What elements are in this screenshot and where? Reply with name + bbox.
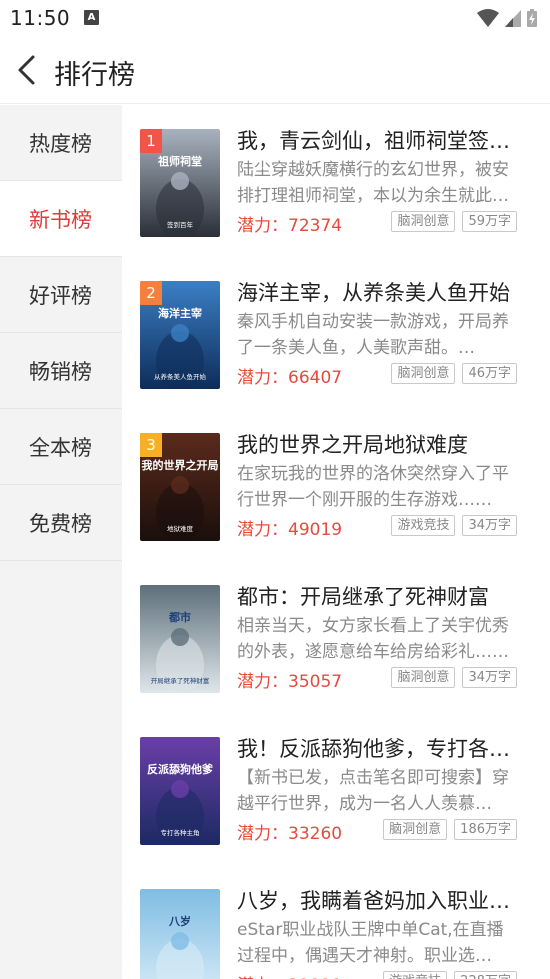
tag-group: 脑洞创意 59万字 xyxy=(391,211,517,232)
status-bar: 11:50 A xyxy=(0,0,550,36)
cover-subtitle: 开局继承了死神财富 xyxy=(151,676,210,685)
ranking-sidebar: 热度榜 新书榜 好评榜 畅销榜 全本榜 免费榜 xyxy=(0,105,122,979)
book-tag: 脑洞创意 xyxy=(391,667,456,688)
potential-score: 潜力：49019 xyxy=(237,515,342,540)
potential-value: 66407 xyxy=(288,368,343,388)
book-description: 在家玩我的世界的洛休突然穿入了平行世界一个刚开服的生存游戏…… xyxy=(237,464,509,510)
book-meta: 潜力：33260 脑洞创意 186万字 xyxy=(237,819,517,844)
book-item[interactable]: 我的世界之开局 地狱难度 3 我的世界之开局地狱难度 在家玩我的世界的洛休突然穿入了平行… xyxy=(122,409,550,561)
book-title[interactable]: 我的世界之开局地狱难度 xyxy=(237,429,519,459)
book-tag: 46万字 xyxy=(462,363,517,384)
book-cover[interactable]: 我的世界之开局地狱难度 3 xyxy=(140,433,220,541)
signal-icon xyxy=(505,10,521,27)
cover-subtitle: 专打各种主角 xyxy=(161,828,200,837)
cover-title: 八岁 xyxy=(168,914,191,928)
potential-score: 潜力：32921 xyxy=(237,971,342,979)
book-title[interactable]: 海洋主宰，从养条美人鱼开始 xyxy=(237,277,519,307)
potential-value: 49019 xyxy=(288,520,343,540)
book-meta: 潜力：66407 脑洞创意 46万字 xyxy=(237,363,517,388)
book-tag: 186万字 xyxy=(454,819,517,840)
header-bar: 排行榜 xyxy=(0,36,550,104)
book-description: 【新书已发，点击笔名即可搜索】穿越平行世界，成为一名人人羡慕的…… xyxy=(237,768,509,814)
book-meta: 潜力：32921 游戏竞技 228万字 xyxy=(237,971,517,979)
book-tag: 34万字 xyxy=(462,515,517,536)
book-description: 相亲当天，女方家长看上了关宇优秀的外表，遂愿意给车给房给彩礼…… xyxy=(237,616,509,662)
book-item[interactable]: 都市 开局继承了死神财富 都市：开局继承了死神财富 相亲当天，女方家长看上了关宇优秀的… xyxy=(122,561,550,713)
cover-title: 都市 xyxy=(168,610,191,624)
potential-label: 潜力： xyxy=(237,368,288,388)
rank-badge: 2 xyxy=(140,281,162,305)
book-item[interactable]: 反派舔狗他爹专打各种主角我！反派舔狗他爹，专打各种主角【新书已发，点击笔名即可搜… xyxy=(122,713,550,865)
sidebar-item-3[interactable]: 畅销榜 xyxy=(0,333,122,409)
book-item[interactable]: 海洋主宰从养条美人鱼开始 2 海洋主宰，从养条美人鱼开始秦风手机自动安装一款游戏，开… xyxy=(122,257,550,409)
potential-value: 33260 xyxy=(288,824,343,844)
tag-group: 脑洞创意 46万字 xyxy=(391,363,517,384)
potential-label: 潜力： xyxy=(237,520,288,540)
cover-subtitle: 从养条美人鱼开始 xyxy=(154,372,207,381)
cover-subtitle: 签到百年 xyxy=(167,220,194,229)
potential-label: 潜力： xyxy=(237,216,288,236)
book-cover[interactable]: 都市开局继承了死神财富 xyxy=(140,585,220,693)
sidebar-item-4[interactable]: 全本榜 xyxy=(0,409,122,485)
status-time: 11:50 xyxy=(10,6,71,30)
potential-label: 潜力： xyxy=(237,672,288,692)
book-tag: 脑洞创意 xyxy=(391,363,456,384)
book-list: 祖师祠堂签到百年 1 我，青云剑仙，祖师祠堂签到百年陆尘穿越妖魔横行的玄幻世界，被安… xyxy=(122,105,550,979)
potential-value: 35057 xyxy=(288,672,343,692)
potential-score: 潜力：33260 xyxy=(237,819,342,844)
book-tag: 游戏竞技 xyxy=(383,971,448,979)
page-title: 排行榜 xyxy=(54,60,135,91)
sidebar-item-0[interactable]: 热度榜 xyxy=(0,105,122,181)
book-tag: 228万字 xyxy=(454,971,517,979)
rank-badge: 1 xyxy=(140,129,162,153)
book-description: 陆尘穿越妖魔横行的玄幻世界，被安排打理祖师祠堂，本以为余生就此平淡…… xyxy=(237,160,509,206)
tag-group: 游戏竞技 228万字 xyxy=(383,971,517,979)
potential-score: 潜力：35057 xyxy=(237,667,342,692)
cover-title: 海洋主宰 xyxy=(158,306,202,320)
book-item[interactable]: 祖师祠堂签到百年 1 我，青云剑仙，祖师祠堂签到百年陆尘穿越妖魔横行的玄幻世界，被安… xyxy=(122,105,550,257)
status-indicators xyxy=(476,8,538,28)
tag-group: 游戏竞技 34万字 xyxy=(391,515,517,536)
book-tag: 游戏竞技 xyxy=(391,515,456,536)
book-meta: 潜力：49019 游戏竞技 34万字 xyxy=(237,515,517,540)
potential-score: 潜力：66407 xyxy=(237,363,342,388)
book-cover[interactable]: 八岁我瞒着爸妈加入职业战队 xyxy=(140,889,220,979)
tag-group: 脑洞创意 34万字 xyxy=(391,667,517,688)
cover-title: 祖师祠堂 xyxy=(157,154,202,168)
book-cover[interactable]: 海洋主宰从养条美人鱼开始 2 xyxy=(140,281,220,389)
book-tag: 脑洞创意 xyxy=(383,819,448,840)
book-description: eStar职业战队王牌中单Cat,在直播过程中，偶遇天才神射。职业选手…… xyxy=(237,920,504,966)
book-cover[interactable]: 祖师祠堂签到百年 1 xyxy=(140,129,220,237)
book-title[interactable]: 八岁，我瞒着爸妈加入职业战队 xyxy=(237,885,519,915)
potential-score: 潜力：72374 xyxy=(237,211,342,236)
potential-value: 72374 xyxy=(288,216,343,236)
book-meta: 潜力：72374 脑洞创意 59万字 xyxy=(237,211,517,236)
notification-icon: A xyxy=(84,10,99,25)
cover-title: 我的世界之开局 xyxy=(142,458,219,472)
book-tag: 59万字 xyxy=(462,211,517,232)
book-item[interactable]: 八岁我瞒着爸妈加入职业战队八岁，我瞒着爸妈加入职业战队 eStar职业战队王牌中单… xyxy=(122,865,550,979)
sidebar-item-2[interactable]: 好评榜 xyxy=(0,257,122,333)
sidebar-item-5[interactable]: 免费榜 xyxy=(0,485,122,561)
book-title[interactable]: 都市：开局继承了死神财富 xyxy=(237,581,519,611)
book-title[interactable]: 我，青云剑仙，祖师祠堂签到百年 xyxy=(237,125,519,155)
book-cover[interactable]: 反派舔狗他爹专打各种主角 xyxy=(140,737,220,845)
wifi-icon xyxy=(477,9,499,27)
book-meta: 潜力：35057 脑洞创意 34万字 xyxy=(237,667,517,692)
rank-badge: 3 xyxy=(140,433,162,457)
cover-title: 反派舔狗他爹 xyxy=(147,762,214,776)
book-tag: 34万字 xyxy=(462,667,517,688)
book-tag: 脑洞创意 xyxy=(391,211,456,232)
book-title[interactable]: 我！反派舔狗他爹，专打各种主角 xyxy=(237,733,519,763)
potential-label: 潜力： xyxy=(237,824,288,844)
sidebar-item-1[interactable]: 新书榜 xyxy=(0,181,122,257)
battery-icon xyxy=(527,9,537,27)
back-arrow-icon[interactable] xyxy=(14,54,40,86)
cover-subtitle: 地狱难度 xyxy=(167,524,194,533)
book-description: 秦风手机自动安装一款游戏，开局养了一条美人鱼，人美歌声甜。… xyxy=(237,312,509,358)
tag-group: 脑洞创意 186万字 xyxy=(383,819,517,840)
